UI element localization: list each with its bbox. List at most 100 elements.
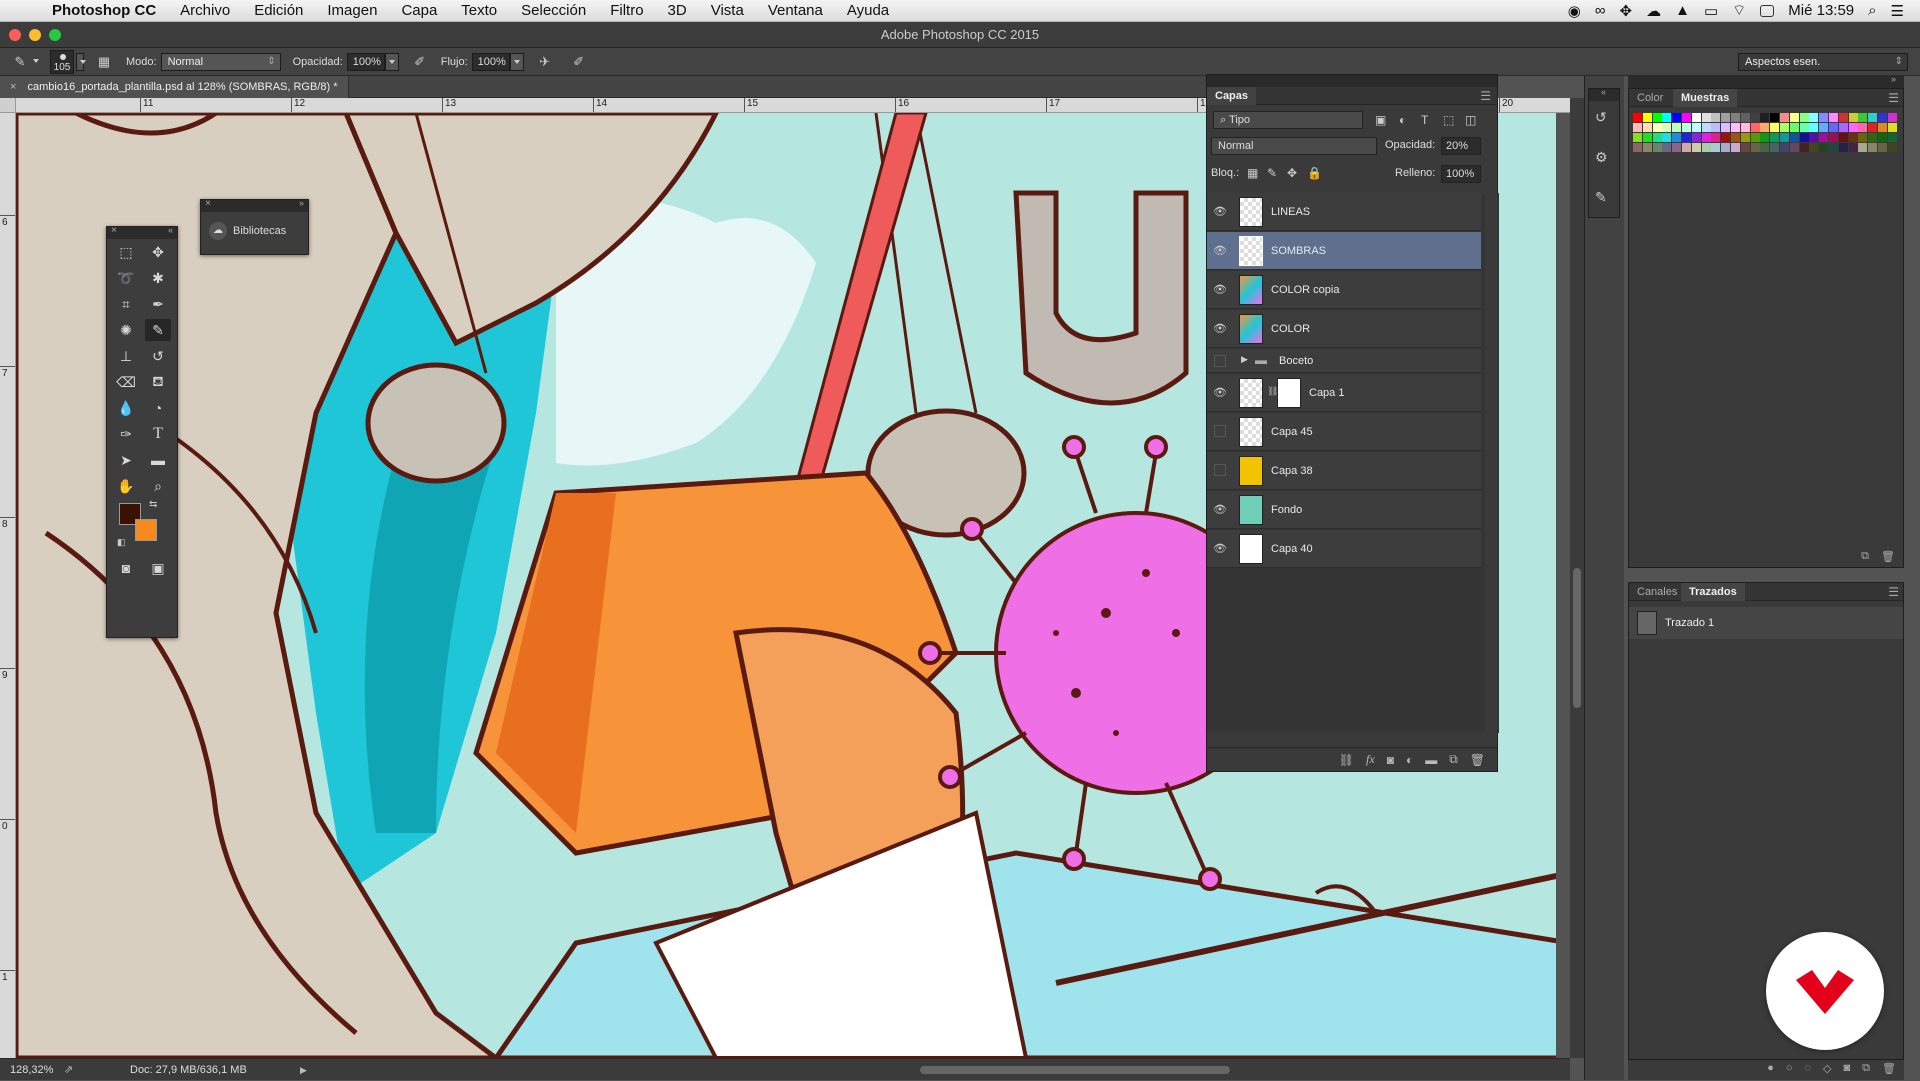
close-panel-icon[interactable]: × (111, 225, 117, 236)
color-swatch[interactable] (1662, 113, 1672, 122)
pressure-size-icon[interactable]: ✐ (570, 54, 588, 70)
wifi-icon[interactable]: ⌔ (1732, 1, 1746, 20)
color-swatch[interactable] (1858, 133, 1868, 142)
layer-row-capa-1[interactable]: 👁 ⛓ Capa 1 (1207, 374, 1481, 412)
eye-icon[interactable]: 👁 (1213, 322, 1227, 336)
color-swatch[interactable] (1750, 123, 1760, 132)
color-swatch[interactable] (1701, 123, 1711, 132)
color-swatch[interactable] (1642, 133, 1652, 142)
color-swatch[interactable] (1878, 123, 1887, 132)
stroke-path-icon[interactable]: ○ (1786, 1062, 1793, 1075)
color-swatch[interactable] (1633, 143, 1642, 152)
opacity-field[interactable]: 100% (346, 52, 385, 71)
dodge-tool-icon[interactable]: ◔ (145, 397, 171, 419)
color-swatch[interactable] (1760, 113, 1770, 122)
color-swatch[interactable] (1711, 133, 1721, 142)
new-group-icon[interactable]: ▬ (1425, 753, 1437, 767)
layer-mask-thumbnail[interactable] (1277, 378, 1301, 408)
spot-healing-icon[interactable]: ✺ (113, 319, 139, 341)
color-swatch[interactable] (1887, 143, 1897, 152)
color-swatch[interactable] (1642, 123, 1652, 132)
blur-tool-icon[interactable]: 💧 (113, 397, 139, 419)
swatch-grid[interactable] (1633, 113, 1899, 205)
type-tool-icon[interactable]: T (145, 423, 171, 445)
color-swatch[interactable] (1887, 123, 1897, 132)
zoom-window-button[interactable] (49, 29, 61, 41)
strip-header[interactable]: « (1589, 87, 1619, 101)
delete-layer-icon[interactable]: 🗑 (1470, 753, 1485, 767)
ruler-origin[interactable] (0, 98, 16, 113)
color-swatch[interactable] (1789, 113, 1799, 122)
color-swatch[interactable] (1819, 133, 1829, 142)
color-swatch[interactable] (1750, 143, 1760, 152)
fill-field[interactable]: 100% (1441, 165, 1481, 183)
layers-panel-header[interactable] (1207, 75, 1497, 87)
path-selection-icon[interactable]: ➤ (113, 449, 139, 471)
new-swatch-icon[interactable]: ⧉ (1861, 550, 1869, 563)
lock-pixels-icon[interactable]: ✎ (1267, 166, 1277, 180)
brush-tool-icon[interactable]: ✎ (10, 54, 30, 70)
color-swatch[interactable] (1652, 113, 1662, 122)
color-swatch[interactable] (1701, 133, 1711, 142)
color-swatch[interactable] (1760, 123, 1770, 132)
color-swatch[interactable] (1868, 113, 1878, 122)
color-swatch[interactable] (1887, 113, 1897, 122)
layer-row-sombras[interactable]: 👁 SOMBRAS (1207, 232, 1481, 270)
lock-position-icon[interactable]: ✥ (1287, 166, 1297, 180)
eye-icon[interactable]: 👁 (1213, 205, 1227, 219)
color-swatch[interactable] (1789, 123, 1799, 132)
color-swatch[interactable] (1878, 133, 1887, 142)
background-color-swatch[interactable] (135, 519, 157, 541)
menu-filtro[interactable]: Filtro (598, 2, 655, 19)
pressure-opacity-icon[interactable]: ✐ (411, 54, 429, 70)
collapse-panel-icon[interactable]: » (1891, 74, 1896, 84)
creative-cloud-icon[interactable]: ∞ (1595, 2, 1606, 19)
color-swatch[interactable] (1633, 133, 1642, 142)
color-swatch[interactable] (1829, 143, 1838, 152)
color-swatch[interactable] (1691, 143, 1701, 152)
menu-seleccion[interactable]: Selección (509, 2, 598, 19)
color-swatch[interactable] (1838, 113, 1848, 122)
color-swatch[interactable] (1750, 113, 1760, 122)
color-swatch[interactable] (1672, 123, 1682, 132)
type-filter-icon[interactable]: T (1421, 113, 1428, 127)
airbrush-icon[interactable]: ✈ (536, 54, 554, 70)
export-icon[interactable]: ⇗ (64, 1059, 73, 1081)
color-swatch[interactable] (1633, 123, 1642, 132)
brush-size-picker[interactable]: 105 (50, 49, 74, 74)
eye-icon[interactable]: 👁 (1213, 503, 1227, 517)
color-swatch[interactable] (1829, 113, 1838, 122)
color-swatch[interactable] (1848, 143, 1858, 152)
color-swatch[interactable] (1848, 113, 1858, 122)
color-swatch[interactable] (1642, 143, 1652, 152)
color-swatch[interactable] (1731, 113, 1740, 122)
drive-icon[interactable]: ▲ (1675, 2, 1690, 19)
clock[interactable]: Mié 13:59 (1788, 2, 1854, 19)
history-panel-icon[interactable]: ↺ (1595, 109, 1607, 126)
visibility-toggle[interactable] (1214, 464, 1226, 476)
color-swatch[interactable] (1809, 113, 1819, 122)
libraries-header[interactable]: × » (201, 198, 308, 212)
move-tool-icon[interactable]: ✥ (145, 241, 171, 263)
color-swatch[interactable] (1789, 143, 1799, 152)
color-swatch[interactable] (1799, 143, 1809, 152)
shape-filter-icon[interactable]: ⬚ (1443, 113, 1454, 127)
color-swatch[interactable] (1868, 133, 1878, 142)
link-layers-icon[interactable]: ⛓ (1339, 753, 1354, 767)
color-swatch[interactable] (1770, 113, 1780, 122)
tab-capas[interactable]: Capas (1207, 87, 1257, 105)
hand-tool-icon[interactable]: ✋ (113, 475, 139, 497)
list-icon[interactable]: ☰ (1891, 2, 1904, 20)
lasso-tool-icon[interactable]: ➰ (113, 267, 139, 289)
color-swatch[interactable] (1760, 143, 1770, 152)
menu-archivo[interactable]: Archivo (168, 2, 242, 19)
eye-icon[interactable]: 👁 (1213, 283, 1227, 297)
tools-panel-header[interactable]: × « (107, 225, 177, 239)
adjustment-filter-icon[interactable]: ◐ (1399, 113, 1406, 127)
default-colors-icon[interactable]: ◧ (117, 537, 126, 548)
layer-opacity-field[interactable]: 20% (1441, 137, 1481, 155)
eyedropper-icon[interactable]: ✒ (145, 293, 171, 315)
eraser-tool-icon[interactable]: ⌫ (113, 371, 139, 393)
brush-size-dropdown[interactable] (76, 52, 86, 71)
vertical-ruler[interactable]: 6 7 8 9 0 1 (0, 113, 16, 1058)
